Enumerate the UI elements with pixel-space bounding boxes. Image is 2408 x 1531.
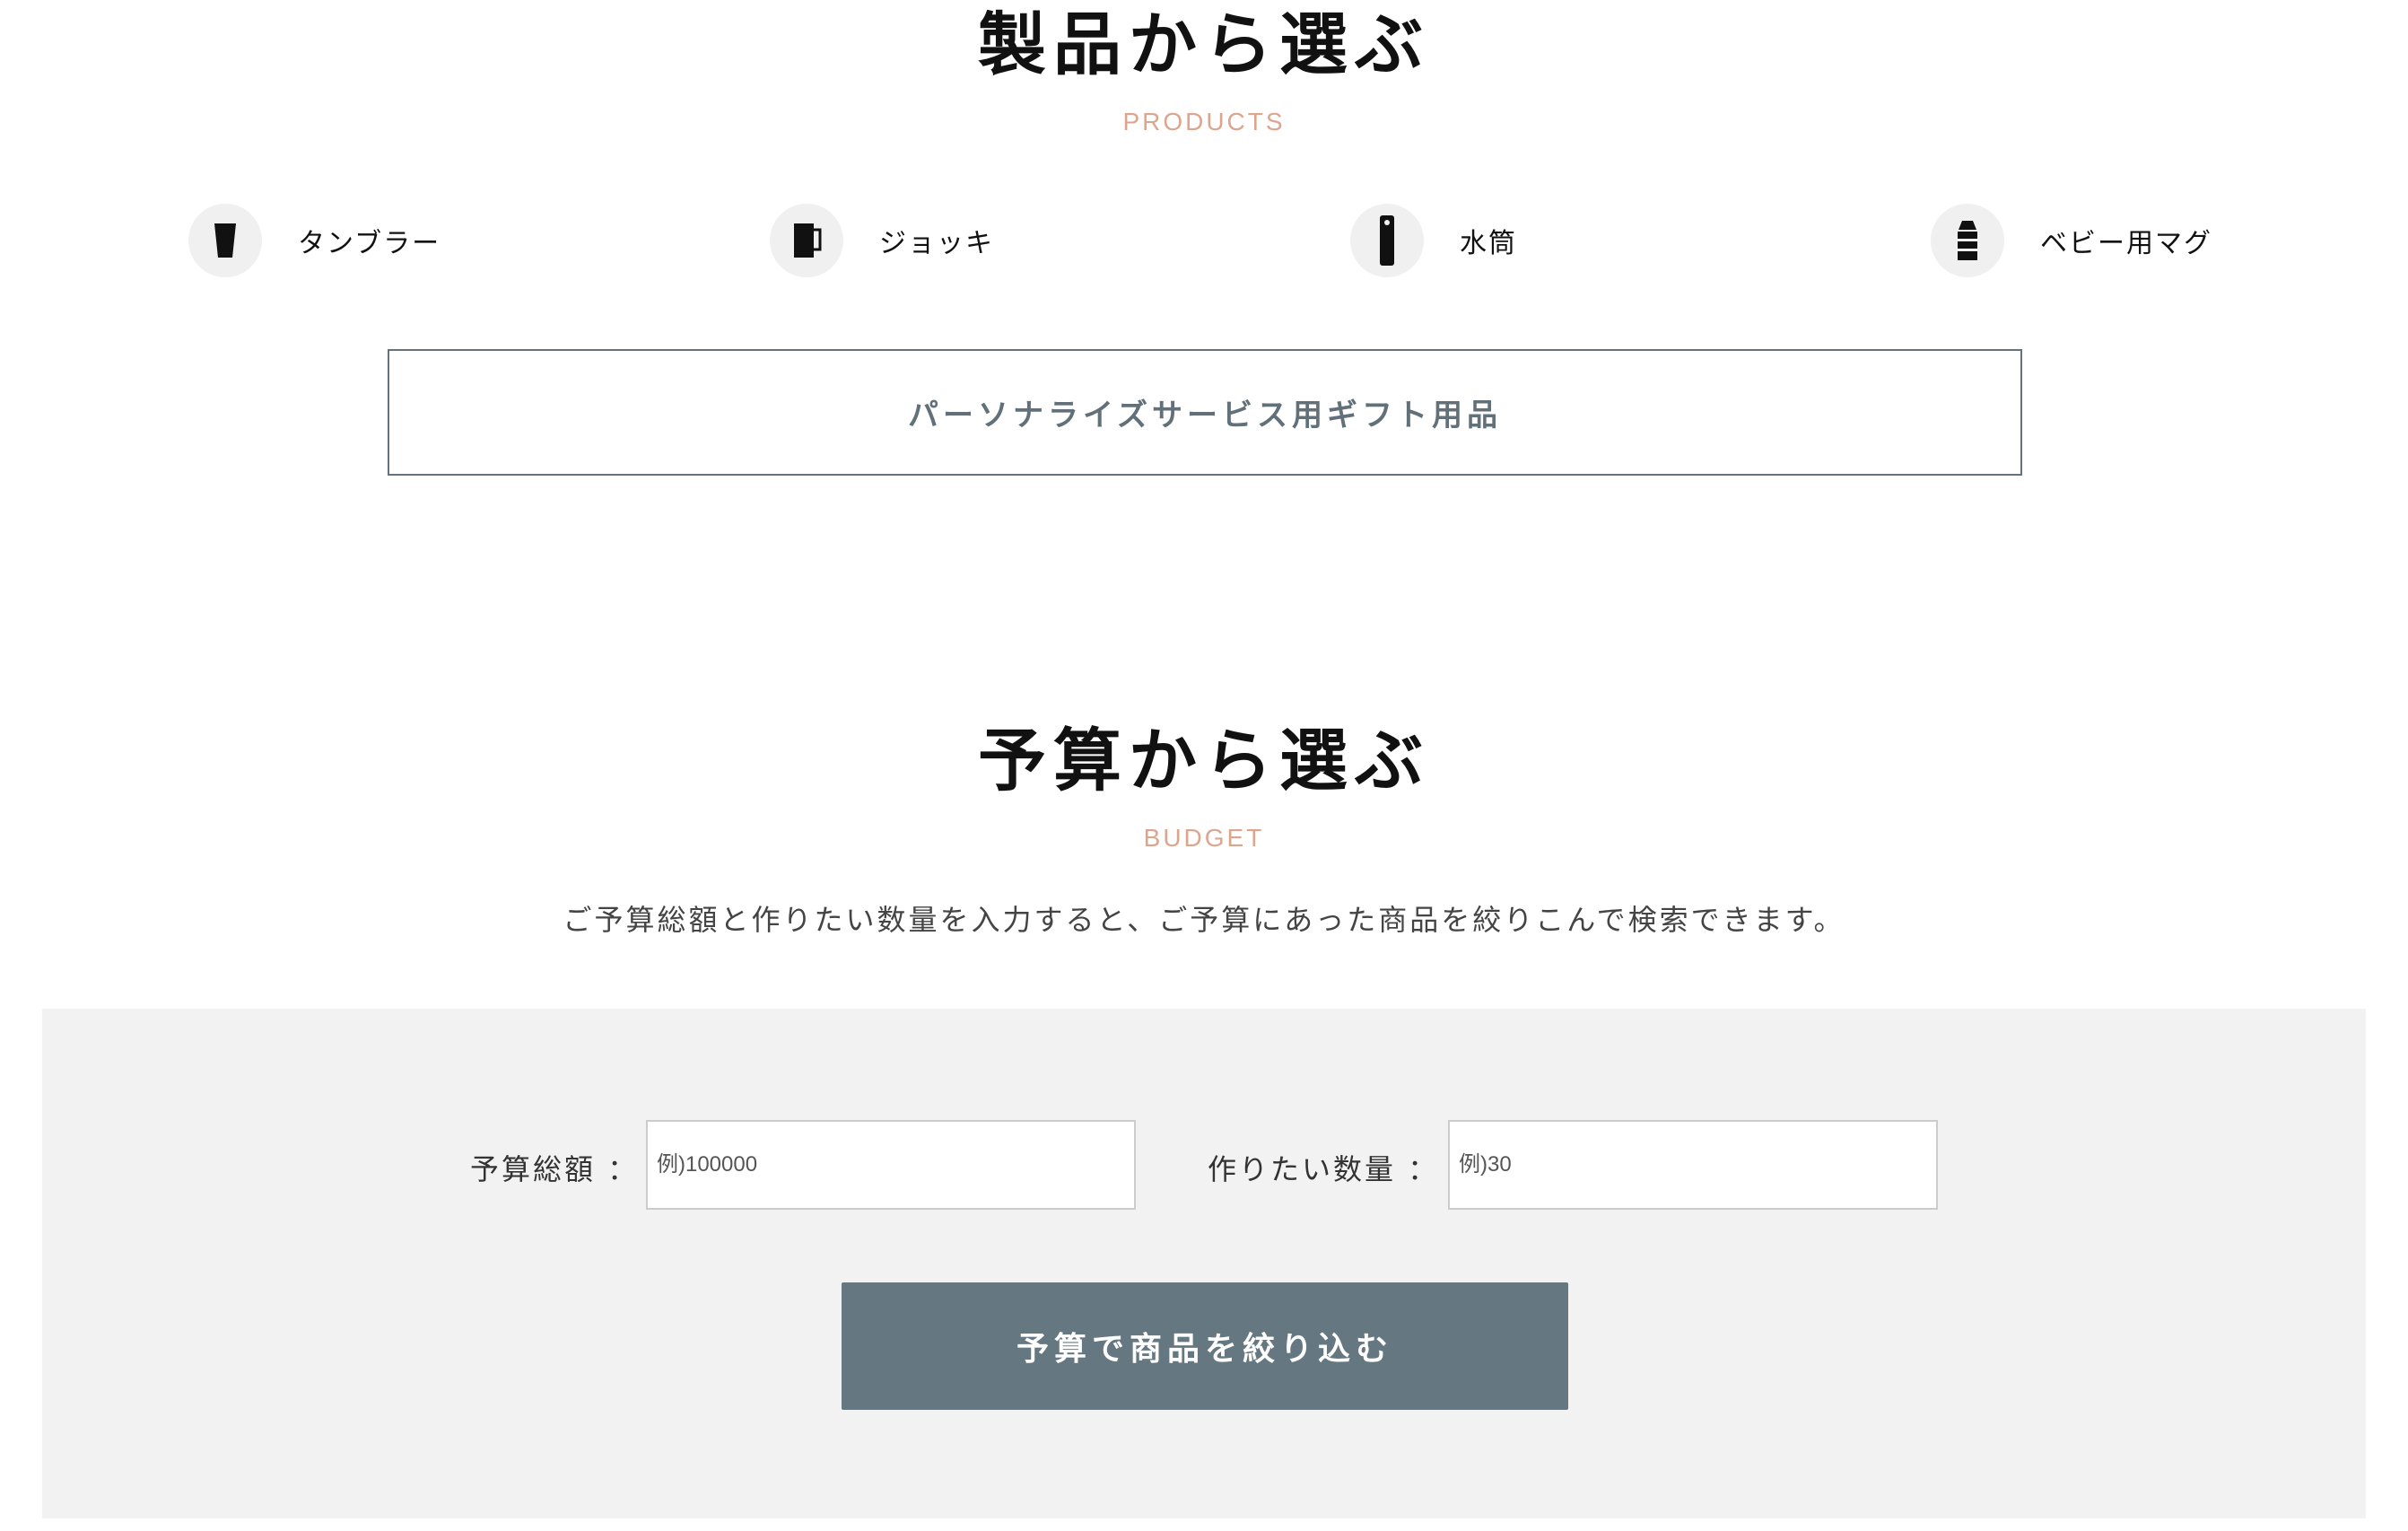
budget-form-panel [42,1009,2366,1518]
total-budget-input[interactable] [646,1120,1136,1210]
product-label: タンブラー [298,228,441,259]
product-item-baby-mug[interactable]: ベビー用マグ [1931,203,2212,278]
budget-description: ご予算総額と作りたい数量を入力すると、ご予算にあった商品を絞りこんで検索できます… [563,903,1845,937]
budget-section-subtitle: BUDGET [1143,824,1265,852]
water-bottle-icon [1350,204,1424,277]
product-label: ベビー用マグ [2040,228,2212,259]
product-label: 水筒 [1460,228,1517,259]
baby-mug-icon [1931,204,2004,277]
mug-icon [770,204,843,277]
product-list: タンブラー ジョッキ 水筒 ベビー用マグ [0,203,2408,278]
products-section-title: 製品から選ぶ [978,4,1430,84]
product-label: ジョッキ [879,228,994,259]
page: 製品から選ぶ PRODUCTS タンブラー ジョッキ 水筒 ベビー用マグ パーソ… [0,0,2408,1531]
quantity-label: 作りたい数量 ： [1208,1152,1440,1186]
budget-filter-button[interactable]: 予算で商品を絞り込む [842,1282,1568,1410]
quantity-input[interactable] [1448,1120,1938,1210]
personalize-gift-button[interactable]: パーソナライズサービス用ギフト用品 [388,349,2022,476]
product-item-water-bottle[interactable]: 水筒 [1350,203,1517,278]
budget-section-title: 予算から選ぶ [978,721,1430,800]
product-item-tumbler[interactable]: タンブラー [188,203,441,278]
product-item-mug[interactable]: ジョッキ [770,203,994,278]
total-budget-label: 予算総額 ： [470,1152,640,1186]
tumbler-icon [188,204,262,277]
products-section-subtitle: PRODUCTS [1122,108,1286,136]
